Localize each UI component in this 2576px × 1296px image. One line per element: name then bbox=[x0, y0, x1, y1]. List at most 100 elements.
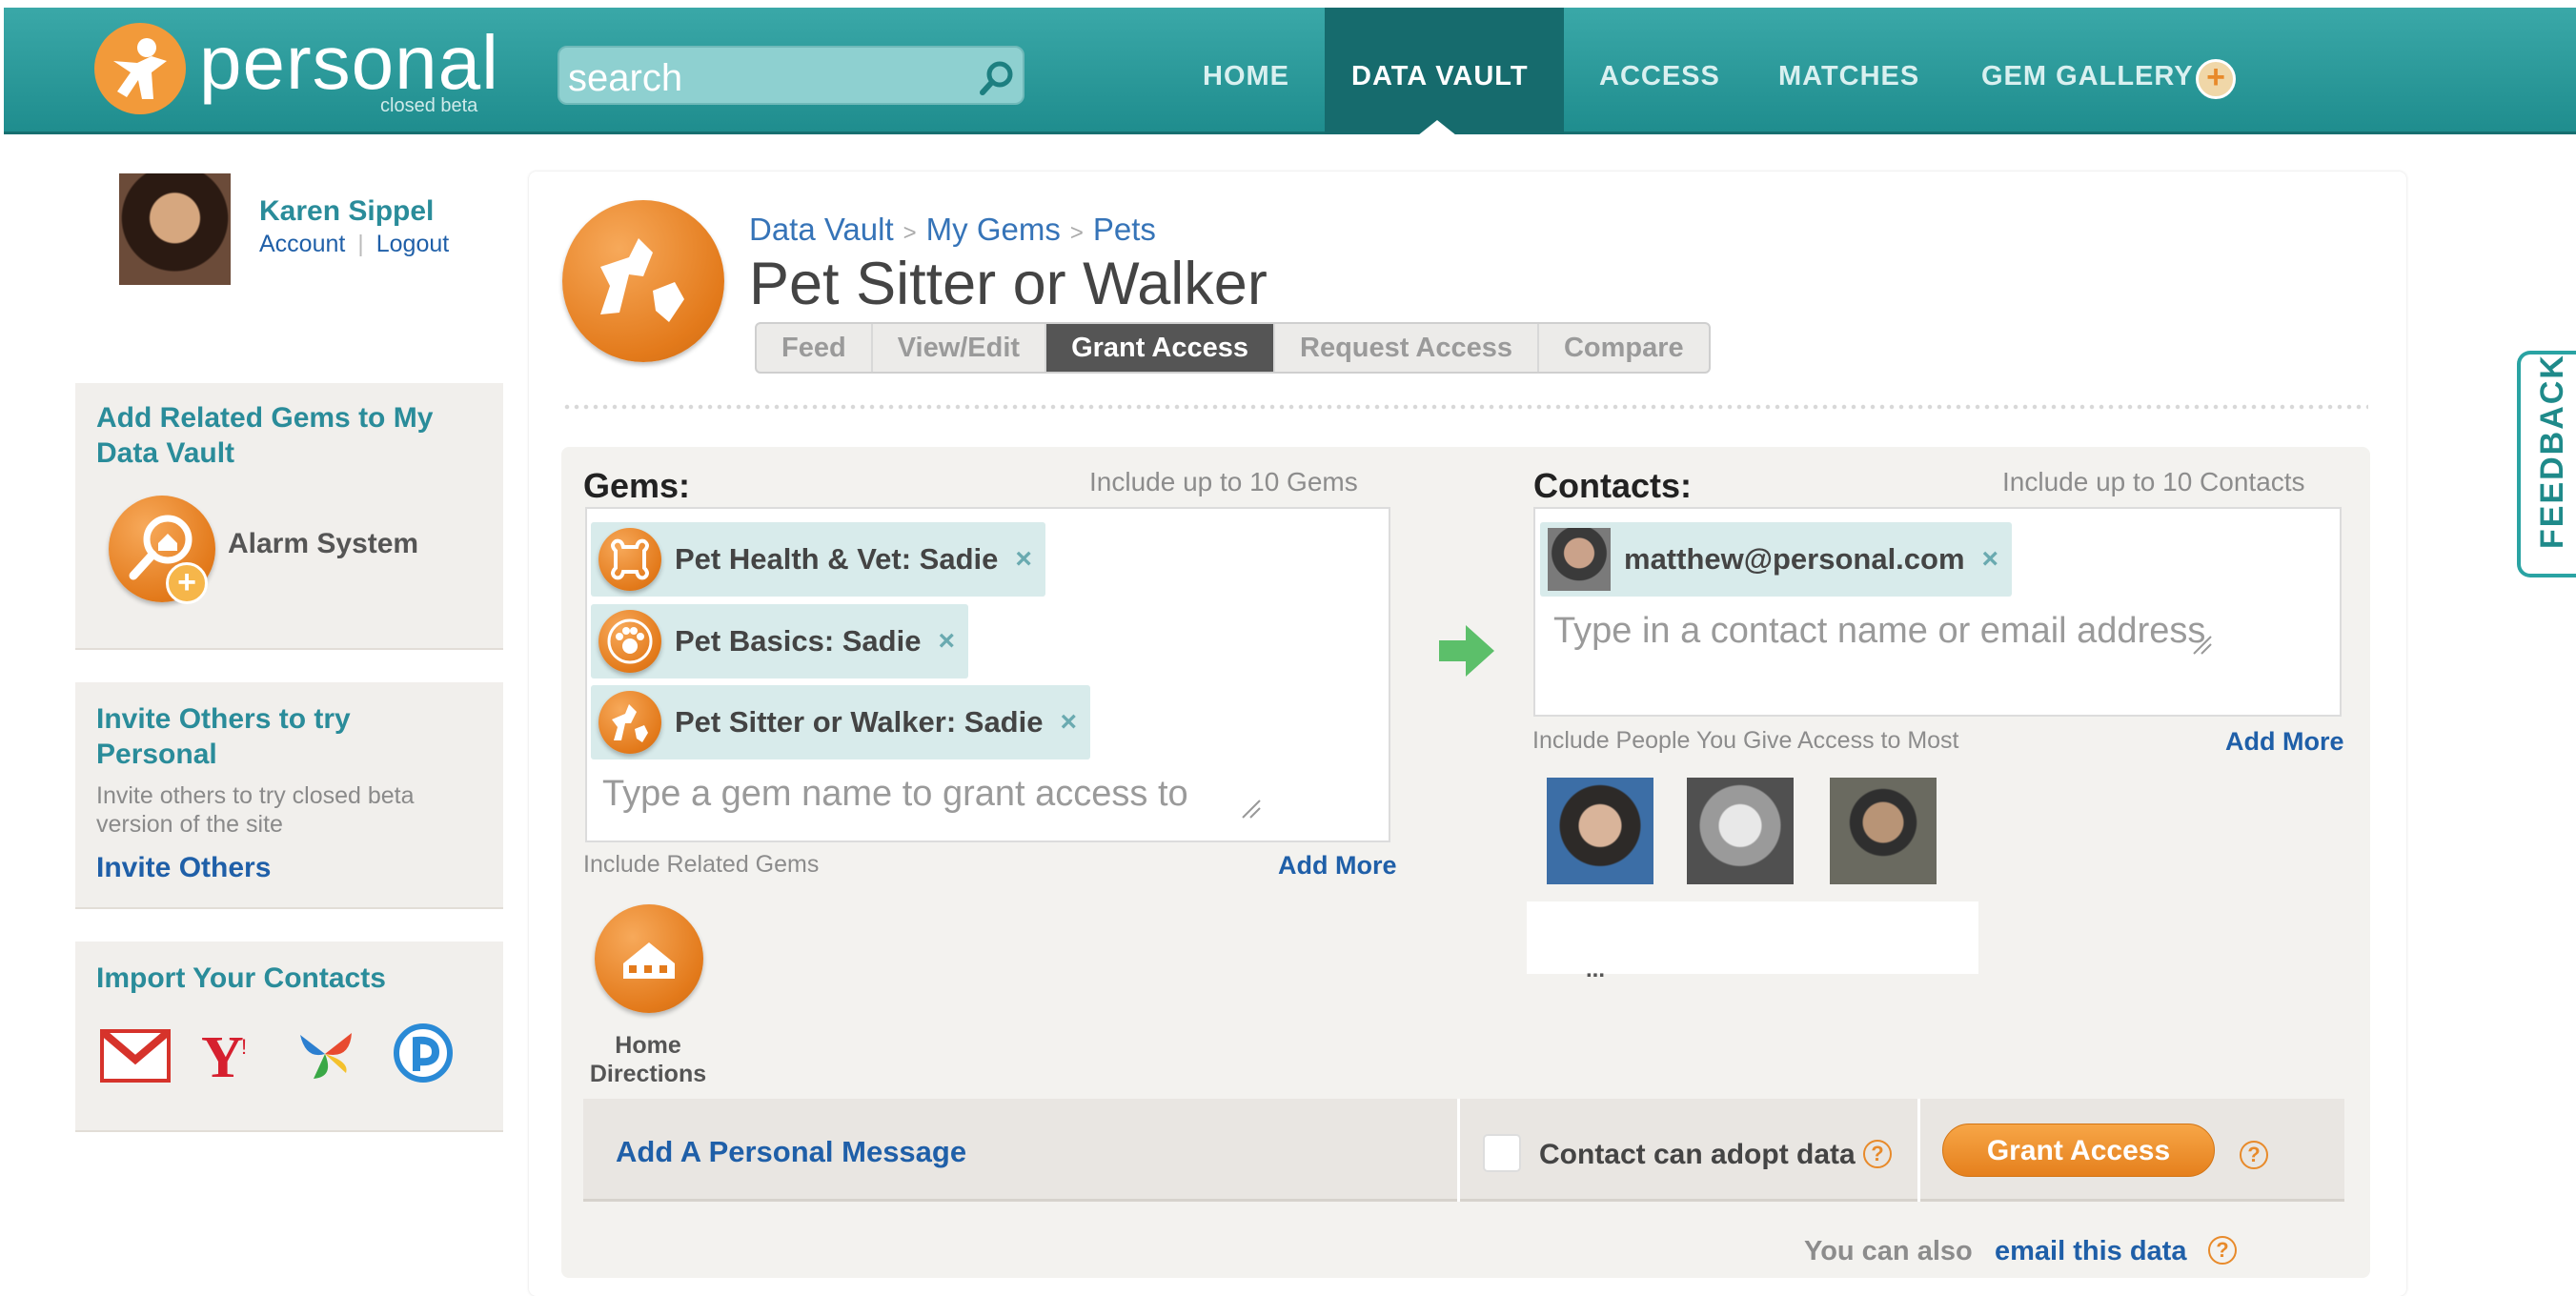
gems-limit: Include up to 10 Gems bbox=[1089, 467, 1358, 496]
contact-token[interactable]: matthew@personal.com × bbox=[1540, 522, 2013, 597]
tab-grant-access[interactable]: Grant Access bbox=[1046, 324, 1275, 372]
breadcrumb-pets[interactable]: Pets bbox=[1093, 212, 1156, 247]
email-data-link[interactable]: email this data bbox=[1995, 1236, 2186, 1267]
invite-others-link[interactable]: Invite Others bbox=[96, 852, 271, 884]
search-icon[interactable] bbox=[978, 59, 1016, 97]
remove-icon[interactable]: × bbox=[938, 625, 955, 658]
resize-handle-icon[interactable] bbox=[2190, 633, 2213, 656]
page-title: Pet Sitter or Walker bbox=[749, 251, 1268, 317]
nav-gem-gallery[interactable]: GEM GALLERY bbox=[1981, 61, 2194, 92]
tab-feed[interactable]: Feed bbox=[757, 324, 873, 372]
svg-text:!: ! bbox=[241, 1035, 247, 1059]
breadcrumb: Data Vault > My Gems > Pets bbox=[749, 212, 1156, 248]
action-divider bbox=[1917, 1099, 1920, 1202]
avatar[interactable] bbox=[119, 173, 231, 285]
feedback-tab[interactable]: FEEDBACK bbox=[2517, 351, 2576, 577]
nav-home[interactable]: HOME bbox=[1203, 61, 1289, 92]
msn-icon[interactable] bbox=[291, 1023, 361, 1083]
user-name[interactable]: Karen Sippel bbox=[259, 195, 434, 228]
contacts-add-more-link[interactable]: Add More bbox=[2225, 727, 2344, 757]
help-icon[interactable]: ? bbox=[1863, 1140, 1892, 1168]
gem-token-label: Pet Basics: Sadie bbox=[675, 624, 922, 658]
invite-description: Invite others to try closed beta version… bbox=[96, 781, 415, 839]
gem-token-label: Pet Sitter or Walker: Sadie bbox=[675, 705, 1044, 739]
invite-desc-line1: Invite others to try closed beta bbox=[96, 782, 415, 809]
contact-token-label: matthew@personal.com bbox=[1624, 542, 1965, 576]
gem-token[interactable]: Pet Sitter or Walker: Sadie × bbox=[591, 685, 1091, 759]
gems-add-more-link[interactable]: Add More bbox=[1278, 851, 1397, 881]
breadcrumb-data-vault[interactable]: Data Vault bbox=[749, 212, 894, 247]
adopt-data-label: Contact can adopt data bbox=[1539, 1139, 1856, 1170]
invite-title-line1: Invite Others to try bbox=[96, 703, 351, 735]
page-root: personal closed beta search HOME DATA VA… bbox=[0, 0, 2576, 1296]
contact-photo[interactable] bbox=[1830, 778, 1937, 884]
contact-avatar bbox=[1548, 528, 1611, 591]
home-directions-label-line1: Home bbox=[615, 1032, 681, 1059]
logo-subtitle: closed beta bbox=[380, 95, 478, 116]
grant-access-button[interactable]: Grant Access bbox=[1942, 1124, 2215, 1177]
tab-bar: Feed View/Edit Grant Access Request Acce… bbox=[755, 322, 1711, 374]
help-icon[interactable]: ? bbox=[2240, 1141, 2268, 1169]
invite-title: Invite Others to try Personal bbox=[96, 701, 351, 772]
top-header: personal closed beta search HOME DATA VA… bbox=[4, 8, 2576, 134]
related-gems-label: Include Related Gems bbox=[583, 851, 820, 878]
alarm-system-label[interactable]: Alarm System bbox=[228, 528, 418, 560]
contacts-heading: Contacts: bbox=[1533, 466, 1693, 505]
account-link[interactable]: Account bbox=[259, 231, 345, 257]
add-plus-icon[interactable]: + bbox=[166, 562, 208, 604]
related-gems-panel: Add Related Gems to My Data Vault + Alar… bbox=[75, 383, 503, 650]
invite-title-line2: Personal bbox=[96, 739, 217, 770]
personal-message-link[interactable]: Add A Personal Message bbox=[616, 1135, 966, 1169]
gems-input-placeholder: Type a gem name to grant access to bbox=[602, 774, 1188, 814]
frequent-contacts-label: Include People You Give Access to Most bbox=[1532, 727, 1959, 754]
tab-view-edit[interactable]: View/Edit bbox=[873, 324, 1047, 372]
contacts-input-placeholder: Type in a contact name or email address bbox=[1553, 611, 2206, 651]
logo-text[interactable]: personal bbox=[199, 19, 499, 107]
email-also-text: You can also bbox=[1804, 1236, 1973, 1266]
home-directions-label-line2: Directions bbox=[589, 1061, 707, 1087]
dotted-divider bbox=[562, 404, 2368, 410]
arrow-right-icon bbox=[1439, 625, 1494, 677]
related-gems-title-line1: Add Related Gems to My bbox=[96, 402, 434, 434]
nav-data-vault[interactable]: DATA VAULT bbox=[1351, 61, 1529, 92]
resize-handle-icon[interactable] bbox=[1239, 797, 1262, 820]
gems-heading: Gems: bbox=[583, 466, 691, 505]
contact-photo[interactable] bbox=[1687, 778, 1794, 884]
breadcrumb-separator: > bbox=[903, 220, 917, 246]
tab-compare[interactable]: Compare bbox=[1539, 324, 1709, 372]
contact-photo[interactable] bbox=[1547, 778, 1653, 884]
gem-token[interactable]: Pet Basics: Sadie × bbox=[591, 604, 968, 678]
adopt-data-checkbox[interactable] bbox=[1483, 1134, 1521, 1172]
remove-icon[interactable]: × bbox=[1982, 543, 1999, 576]
plaxo-icon[interactable] bbox=[388, 1023, 458, 1083]
ellipsis[interactable]: ... bbox=[1586, 957, 1605, 983]
gmail-icon[interactable] bbox=[100, 1025, 171, 1084]
search-placeholder: search bbox=[568, 57, 683, 99]
remove-icon[interactable]: × bbox=[1060, 706, 1077, 739]
help-icon[interactable]: ? bbox=[2208, 1236, 2237, 1265]
home-directions-gem-icon[interactable] bbox=[595, 904, 703, 1013]
related-gems-title-line2: Data Vault bbox=[96, 437, 235, 469]
home-directions-label[interactable]: Home Directions bbox=[572, 1031, 724, 1088]
action-divider bbox=[1457, 1099, 1460, 1202]
contacts-limit: Include up to 10 Contacts bbox=[2002, 467, 2305, 496]
feedback-label: FEEDBACK bbox=[2534, 354, 2570, 549]
gem-token[interactable]: Pet Health & Vet: Sadie × bbox=[591, 522, 1045, 597]
gem-token-label: Pet Health & Vet: Sadie bbox=[675, 542, 999, 576]
nav-access[interactable]: ACCESS bbox=[1599, 61, 1720, 92]
svg-text:Y: Y bbox=[201, 1025, 244, 1084]
yahoo-icon[interactable]: Y! bbox=[193, 1025, 264, 1084]
bone-icon bbox=[598, 528, 661, 591]
nav-active-notch bbox=[1418, 120, 1456, 135]
logout-link[interactable]: Logout bbox=[376, 231, 449, 257]
breadcrumb-my-gems[interactable]: My Gems bbox=[926, 212, 1061, 247]
invite-desc-line2: version of the site bbox=[96, 811, 283, 838]
remove-icon[interactable]: × bbox=[1015, 543, 1032, 576]
pet-sitter-gem-icon bbox=[562, 200, 724, 362]
tab-request-access[interactable]: Request Access bbox=[1275, 324, 1539, 372]
paw-icon bbox=[598, 610, 661, 673]
related-gems-title: Add Related Gems to My Data Vault bbox=[96, 400, 433, 471]
nav-matches[interactable]: MATCHES bbox=[1778, 61, 1919, 92]
personal-logo-icon[interactable] bbox=[94, 23, 186, 114]
plus-icon[interactable]: + bbox=[2196, 59, 2236, 99]
